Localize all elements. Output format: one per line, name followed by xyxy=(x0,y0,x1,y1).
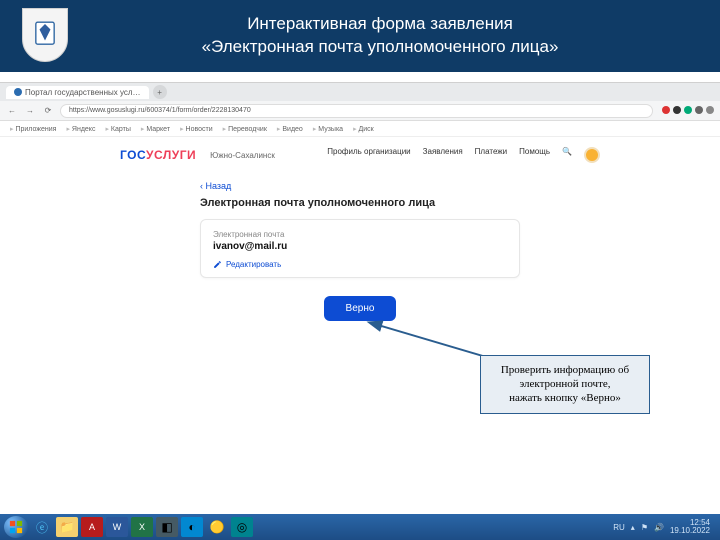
tray-network-icon[interactable]: ⚑ xyxy=(641,523,648,532)
city-selector[interactable]: Южно-Сахалинск xyxy=(210,151,275,160)
browser-address-bar: ← → ⟳ https://www.gosuslugi.ru/600374/1/… xyxy=(0,101,720,121)
taskbar-pdf-icon[interactable]: A xyxy=(81,517,103,537)
confirm-button[interactable]: Верно xyxy=(324,296,397,321)
start-button[interactable] xyxy=(4,516,28,538)
bookmark-item[interactable]: Музыка xyxy=(313,125,343,133)
nav-back-icon[interactable]: ← xyxy=(6,106,18,115)
taskbar-app2-icon[interactable]: ◐ xyxy=(181,517,203,537)
email-value: ivanov@mail.ru xyxy=(213,241,507,252)
tab-favicon-icon xyxy=(14,88,22,96)
user-avatar[interactable] xyxy=(584,147,600,163)
site-nav: Профиль организации Заявления Платежи По… xyxy=(327,147,600,163)
bookmark-item[interactable]: Маркет xyxy=(141,125,170,133)
nav-forward-icon[interactable]: → xyxy=(24,106,36,115)
email-label: Электронная почта xyxy=(213,230,507,239)
page-content: ГОСУСЛУГИ Южно-Сахалинск Профиль организ… xyxy=(0,137,720,467)
nav-link[interactable]: Профиль организации xyxy=(327,147,410,163)
nav-link[interactable]: Заявления xyxy=(423,147,463,163)
slide-title: Интерактивная форма заявления «Электронн… xyxy=(80,13,720,59)
region-crest-icon xyxy=(22,8,68,62)
nav-link[interactable]: Платежи xyxy=(475,147,507,163)
gosuslugi-logo[interactable]: ГОСУСЛУГИ xyxy=(120,148,196,162)
browser-window: Портал государственных усл… + ← → ⟳ http… xyxy=(0,82,720,467)
taskbar-app3-icon[interactable]: ◎ xyxy=(231,517,253,537)
tray-language[interactable]: RU xyxy=(613,523,625,532)
slide-header: Интерактивная форма заявления «Электронн… xyxy=(0,0,720,72)
taskbar-excel-icon[interactable]: X xyxy=(131,517,153,537)
url-field[interactable]: https://www.gosuslugi.ru/600374/1/form/o… xyxy=(60,104,653,118)
tray-volume-icon[interactable]: 🔊 xyxy=(654,523,664,532)
taskbar-chrome-icon[interactable]: 🟡 xyxy=(206,517,228,537)
taskbar-ie-icon[interactable]: ⓔ xyxy=(31,517,53,537)
tray-clock[interactable]: 12:54 19.10.2022 xyxy=(670,519,710,535)
taskbar-explorer-icon[interactable]: 📁 xyxy=(56,517,78,537)
windows-taskbar: ⓔ 📁 A W X ◧ ◐ 🟡 ◎ RU ▴ ⚑ 🔊 12:54 19.10.2… xyxy=(0,514,720,540)
nav-reload-icon[interactable]: ⟳ xyxy=(42,106,54,115)
pencil-icon xyxy=(213,260,222,269)
edit-link[interactable]: Редактировать xyxy=(213,260,507,269)
bookmark-item[interactable]: Видео xyxy=(277,125,303,133)
browser-tab[interactable]: Портал государственных усл… xyxy=(6,86,149,99)
bookmark-item[interactable]: Приложения xyxy=(10,125,56,133)
bookmark-item[interactable]: Яндекс xyxy=(66,125,95,133)
form-heading: Электронная почта уполномоченного лица xyxy=(200,197,520,209)
tray-overflow-icon[interactable]: ▴ xyxy=(631,523,635,532)
taskbar-app-icon[interactable]: ◧ xyxy=(156,517,178,537)
site-header: ГОСУСЛУГИ Южно-Сахалинск Профиль организ… xyxy=(0,143,720,167)
extension-icons xyxy=(659,106,714,116)
back-link[interactable]: Назад xyxy=(200,181,520,191)
taskbar-word-icon[interactable]: W xyxy=(106,517,128,537)
bookmark-item[interactable]: Переводчик xyxy=(223,125,267,133)
email-card: Электронная почта ivanov@mail.ru Редакти… xyxy=(200,219,520,278)
system-tray: RU ▴ ⚑ 🔊 12:54 19.10.2022 xyxy=(613,519,716,535)
browser-tabstrip: Портал государственных усл… + xyxy=(0,83,720,101)
bookmarks-bar: Приложения Яндекс Карты Маркет Новости П… xyxy=(0,121,720,137)
nav-link[interactable]: Помощь xyxy=(519,147,550,163)
bookmark-item[interactable]: Новости xyxy=(180,125,213,133)
bookmark-item[interactable]: Карты xyxy=(105,125,130,133)
slide-title-line1: Интерактивная форма заявления xyxy=(80,13,680,36)
form-area: Назад Электронная почта уполномоченного … xyxy=(200,181,520,321)
instruction-callout: Проверить информацию об электронной почт… xyxy=(480,355,650,414)
tab-title: Портал государственных усл… xyxy=(25,88,141,97)
slide-title-line2: «Электронная почта уполномоченного лица» xyxy=(80,36,680,59)
bookmark-item[interactable]: Диск xyxy=(353,125,374,133)
search-icon[interactable]: 🔍 xyxy=(562,147,572,163)
new-tab-button[interactable]: + xyxy=(153,85,167,99)
